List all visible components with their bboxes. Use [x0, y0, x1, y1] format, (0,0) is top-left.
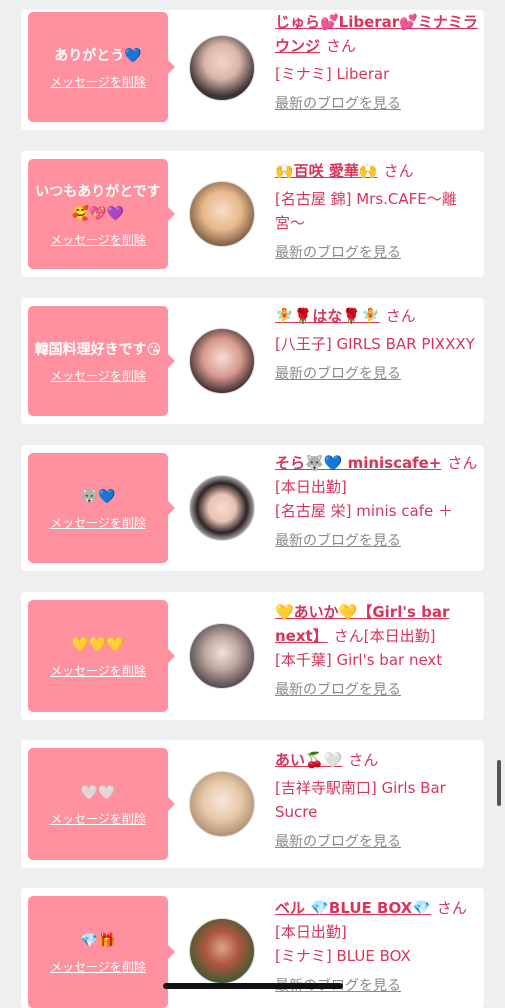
latest-blog-link[interactable]: 最新のブログを見る: [275, 678, 479, 702]
avatar[interactable]: [189, 328, 255, 394]
attendance-status: [本日出勤]: [275, 923, 347, 941]
message-bubble: ありがとう💙 メッセージを削除: [28, 12, 175, 122]
honorific: さん: [348, 751, 379, 769]
cast-info: じゅら💕Liberar💕ミナミラウンジ さん [ミナミ] Liberar 最新のブ…: [275, 10, 479, 116]
cast-name-link[interactable]: そら🐺💙 miniscafe+: [275, 454, 441, 472]
honorific: さん: [436, 899, 467, 917]
message-bubble: 韓国料理好きです😘 メッセージを削除: [28, 306, 175, 416]
honorific: さん: [385, 307, 416, 325]
shop-name: [本千葉] Girl's bar next: [275, 651, 443, 669]
latest-blog-link[interactable]: 最新のブログを見る: [275, 241, 479, 265]
attendance-status: [本日出勤]: [363, 627, 436, 645]
latest-blog-link[interactable]: 最新のブログを見る: [275, 362, 479, 386]
message-card: 💛💛💛 メッセージを削除 💛あいか💛【Girl's bar next】 さん[本日…: [21, 592, 484, 720]
delete-message-link[interactable]: メッセージを削除: [50, 514, 146, 531]
latest-blog-link[interactable]: 最新のブログを見る: [275, 830, 479, 854]
cast-info: 💛あいか💛【Girl's bar next】 さん[本日出勤] [本千葉] Gir…: [275, 600, 479, 702]
message-text: 韓国料理好きです😘: [34, 341, 162, 358]
message-card: 🐺💙 メッセージを削除 そら🐺💙 miniscafe+ さん [本日出勤] [名古屋…: [21, 445, 484, 571]
cast-info: あい🍒🤍 さん [吉祥寺駅南口] Girls Bar Sucre 最新のブログを見…: [275, 748, 479, 854]
cast-name-link[interactable]: 🙌百咲 愛華🙌: [275, 162, 378, 180]
latest-blog-link[interactable]: 最新のブログを見る: [275, 529, 479, 553]
cast-name-link[interactable]: あい🍒🤍: [275, 751, 342, 769]
message-text: ありがとう💙: [54, 47, 142, 64]
message-card: ありがとう💙 メッセージを削除 じゅら💕Liberar💕ミナミラウンジ さん [ミ…: [21, 10, 484, 130]
home-indicator[interactable]: [163, 983, 343, 989]
message-card: 韓国料理好きです😘 メッセージを削除 🧚🌹はな🌹🧚 さん [八王子] GIRLS …: [21, 298, 484, 424]
avatar[interactable]: [189, 475, 255, 541]
cast-name-link[interactable]: ベル 💎BLUE BOX💎: [275, 899, 431, 917]
shop-name: [ミナミ] Liberar: [275, 65, 390, 83]
honorific: さん: [383, 162, 414, 180]
cast-info: 🧚🌹はな🌹🧚 さん [八王子] GIRLS BAR PIXXXY 最新のブログを見…: [275, 304, 479, 386]
message-text: 🐺💙: [80, 488, 116, 505]
shop-name: [ミナミ] BLUE BOX: [275, 947, 411, 965]
message-text: 💎🎁: [80, 932, 116, 949]
message-bubble: いつもありがとです🥰💖💜 メッセージを削除: [28, 159, 175, 269]
avatar[interactable]: [189, 771, 255, 837]
honorific: さん: [326, 37, 357, 55]
message-bubble: 🐺💙 メッセージを削除: [28, 453, 175, 563]
message-card: 🤍🤍 メッセージを削除 あい🍒🤍 さん [吉祥寺駅南口] Girls Bar Su…: [21, 740, 484, 868]
shop-name: [吉祥寺駅南口] Girls Bar Sucre: [275, 779, 446, 821]
cast-info: そら🐺💙 miniscafe+ さん [本日出勤] [名古屋 栄] minis ca…: [275, 451, 479, 553]
delete-message-link[interactable]: メッセージを削除: [50, 231, 146, 248]
avatar[interactable]: [189, 35, 255, 101]
delete-message-link[interactable]: メッセージを削除: [50, 958, 146, 975]
shop-name: [名古屋 錦] Mrs.CAFE〜離宮〜: [275, 190, 457, 232]
delete-message-link[interactable]: メッセージを削除: [50, 810, 146, 827]
message-text: いつもありがとです🥰💖💜: [35, 183, 161, 222]
avatar[interactable]: [189, 181, 255, 247]
avatar[interactable]: [189, 623, 255, 689]
delete-message-link[interactable]: メッセージを削除: [50, 662, 146, 679]
avatar[interactable]: [189, 918, 255, 984]
cast-info: 🙌百咲 愛華🙌 さん [名古屋 錦] Mrs.CAFE〜離宮〜 最新のブログを見る: [275, 159, 479, 265]
message-text: 💛💛💛: [71, 636, 125, 653]
delete-message-link[interactable]: メッセージを削除: [50, 73, 146, 90]
message-bubble: 🤍🤍 メッセージを削除: [28, 748, 175, 860]
honorific: さん: [447, 454, 478, 472]
attendance-status: [本日出勤]: [275, 478, 347, 496]
latest-blog-link[interactable]: 最新のブログを見る: [275, 92, 479, 116]
message-card: いつもありがとです🥰💖💜 メッセージを削除 🙌百咲 愛華🙌 さん [名古屋 錦] …: [21, 151, 484, 277]
shop-name: [八王子] GIRLS BAR PIXXXY: [275, 335, 475, 353]
scrollbar[interactable]: [497, 760, 501, 806]
shop-name: [名古屋 栄] minis cafe ＋: [275, 502, 453, 520]
honorific: さん: [333, 627, 364, 645]
message-card: 💎🎁 メッセージを削除 ベル 💎BLUE BOX💎 さん [本日出勤] [ミナミ] …: [21, 888, 484, 1008]
message-bubble: 💛💛💛 メッセージを削除: [28, 600, 175, 712]
message-bubble: 💎🎁 メッセージを削除: [28, 896, 175, 1008]
delete-message-link[interactable]: メッセージを削除: [50, 367, 146, 384]
cast-name-link[interactable]: 🧚🌹はな🌹🧚: [275, 307, 380, 325]
cast-name-link[interactable]: じゅら💕Liberar💕ミナミラウンジ: [275, 13, 478, 55]
message-text: 🤍🤍: [80, 784, 116, 801]
